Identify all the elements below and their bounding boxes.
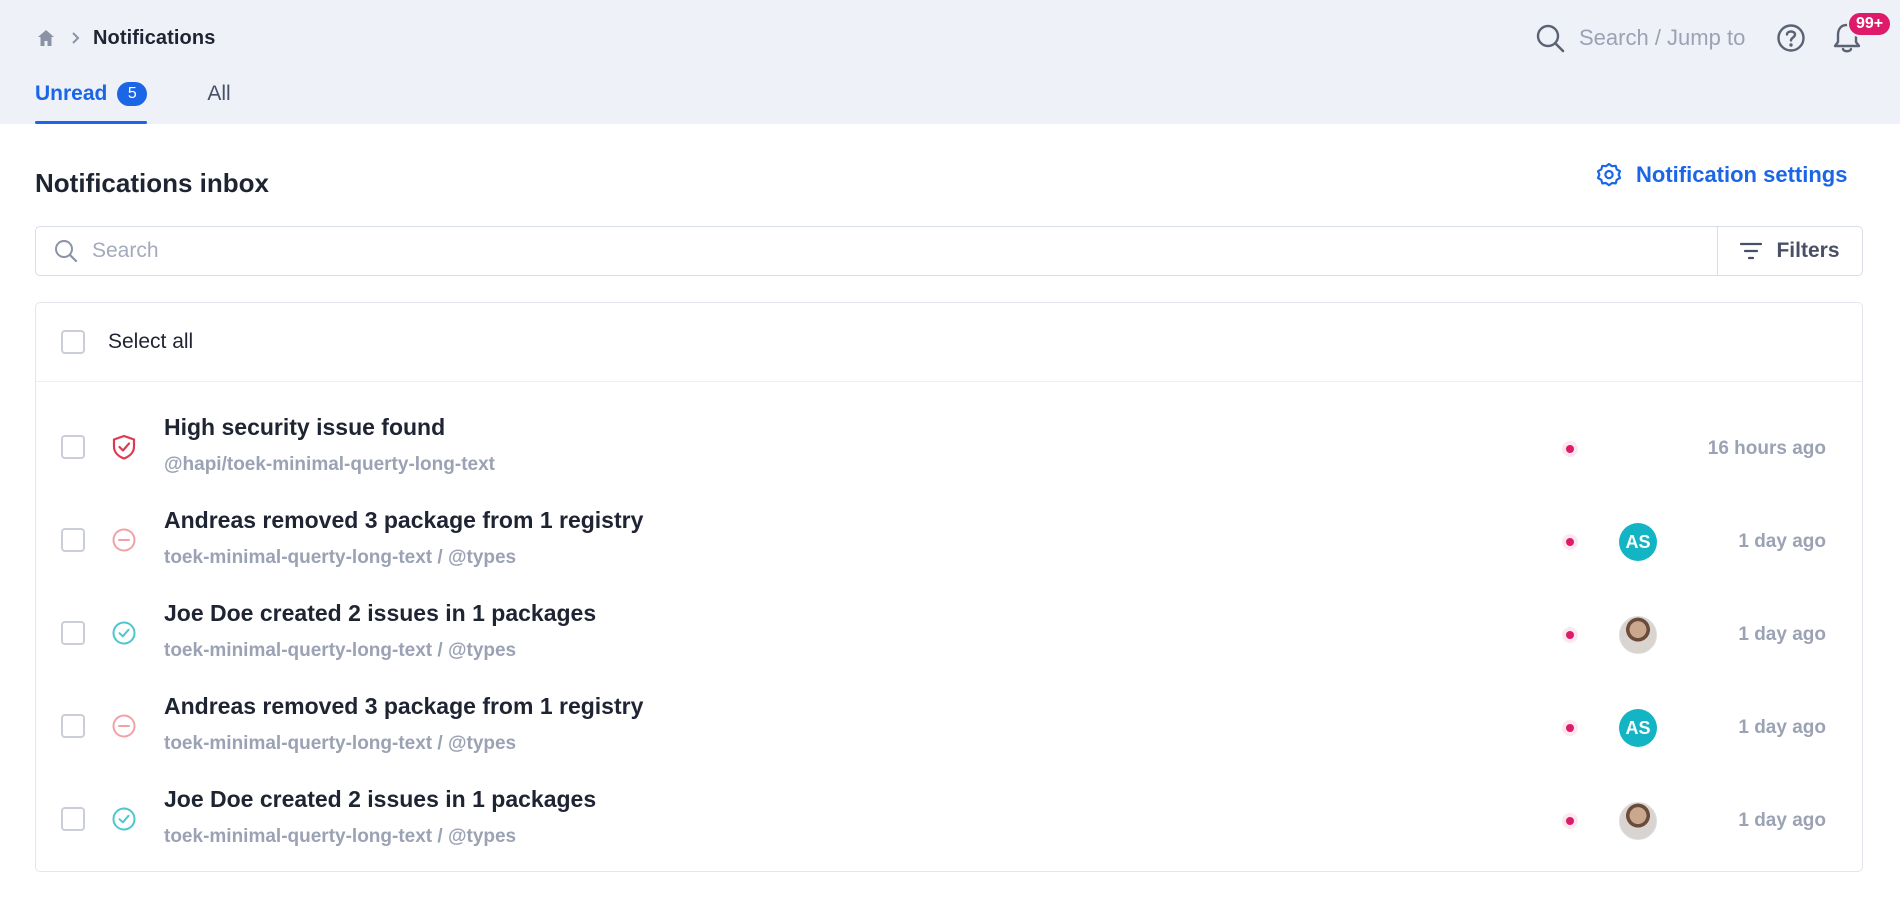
- list-item[interactable]: High security issue found @hapi/toek-min…: [36, 390, 1862, 483]
- row-subtitle: @hapi/toek-minimal-querty-long-text: [164, 454, 495, 475]
- home-icon[interactable]: [35, 27, 57, 49]
- breadcrumb: Notifications: [35, 26, 215, 50]
- row-checkbox[interactable]: [61, 435, 85, 459]
- breadcrumb-current: Notifications: [93, 26, 216, 49]
- row-subtitle: toek-minimal-querty-long-text / @types: [164, 640, 517, 661]
- row-checkbox[interactable]: [61, 807, 85, 831]
- select-all-label: Select all: [108, 330, 194, 353]
- row-title: Joe Doe created 2 issues in 1 packages: [164, 786, 597, 812]
- unread-indicator: [1562, 813, 1578, 829]
- avatar: [1619, 802, 1657, 840]
- avatar: [1619, 616, 1657, 654]
- search-icon: [1536, 24, 1565, 53]
- notification-settings-label: Notification settings: [1636, 162, 1848, 187]
- minus-circle-icon: [112, 528, 136, 552]
- search-input[interactable]: [92, 239, 1692, 263]
- row-title: Joe Doe created 2 issues in 1 packages: [164, 600, 597, 626]
- chevron-right-icon: [67, 29, 85, 47]
- unread-indicator: [1562, 627, 1578, 643]
- row-subtitle: toek-minimal-querty-long-text / @types: [164, 547, 517, 568]
- list-item[interactable]: Andreas removed 3 package from 1 registr…: [36, 483, 1862, 576]
- help-icon[interactable]: [1776, 23, 1806, 53]
- row-checkbox[interactable]: [61, 528, 85, 552]
- search-icon: [55, 240, 78, 263]
- check-circle-icon: [112, 621, 136, 645]
- list-item[interactable]: Joe Doe created 2 issues in 1 packages t…: [36, 576, 1862, 669]
- unread-indicator: [1562, 720, 1578, 736]
- select-all-row: Select all: [36, 303, 1862, 382]
- tab-label: All: [207, 82, 231, 105]
- unread-count-badge: 5: [117, 82, 148, 106]
- unread-indicator: [1562, 534, 1578, 550]
- avatar: AS: [1619, 523, 1657, 561]
- shield-check-icon: [112, 434, 136, 460]
- row-timestamp: 1 day ago: [1738, 810, 1826, 831]
- minus-circle-icon: [112, 714, 136, 738]
- list-item[interactable]: Joe Doe created 2 issues in 1 packages t…: [36, 762, 1862, 855]
- row-timestamp: 1 day ago: [1738, 531, 1826, 552]
- list-item[interactable]: Andreas removed 3 package from 1 registr…: [36, 669, 1862, 762]
- unread-indicator: [1562, 441, 1578, 457]
- gear-icon: [1596, 162, 1622, 187]
- row-subtitle: toek-minimal-querty-long-text / @types: [164, 826, 517, 847]
- page-title: Notifications inbox: [35, 168, 269, 198]
- row-checkbox[interactable]: [61, 621, 85, 645]
- row-checkbox[interactable]: [61, 714, 85, 738]
- check-circle-icon: [112, 807, 136, 831]
- filters-button[interactable]: Filters: [1717, 227, 1862, 275]
- avatar: AS: [1619, 709, 1657, 747]
- row-timestamp: 1 day ago: [1738, 624, 1826, 645]
- tab-unread[interactable]: Unread 5: [35, 80, 148, 124]
- notification-list: Select all High security issue found @ha…: [35, 302, 1863, 872]
- row-title: High security issue found: [164, 414, 446, 440]
- top-header: Notifications Search / Jump to 99+ Unrea…: [0, 0, 1900, 124]
- filter-icon: [1740, 242, 1763, 260]
- global-search-label: Search / Jump to: [1579, 25, 1746, 50]
- row-timestamp: 16 hours ago: [1707, 438, 1826, 459]
- filters-label: Filters: [1776, 239, 1840, 262]
- search-bar: Filters: [35, 226, 1863, 276]
- tab-all[interactable]: All: [207, 80, 230, 124]
- row-title: Andreas removed 3 package from 1 registr…: [164, 507, 644, 533]
- tab-label: Unread: [35, 82, 108, 105]
- notification-count-badge: 99+: [1847, 11, 1893, 37]
- tab-bar: Unread 5 All: [35, 80, 291, 124]
- row-subtitle: toek-minimal-querty-long-text / @types: [164, 733, 517, 754]
- row-timestamp: 1 day ago: [1738, 717, 1826, 738]
- row-title: Andreas removed 3 package from 1 registr…: [164, 693, 644, 719]
- notification-settings-link[interactable]: Notification settings: [1596, 162, 1847, 188]
- global-search[interactable]: Search / Jump to: [1535, 22, 1745, 54]
- select-all-checkbox[interactable]: [61, 330, 85, 354]
